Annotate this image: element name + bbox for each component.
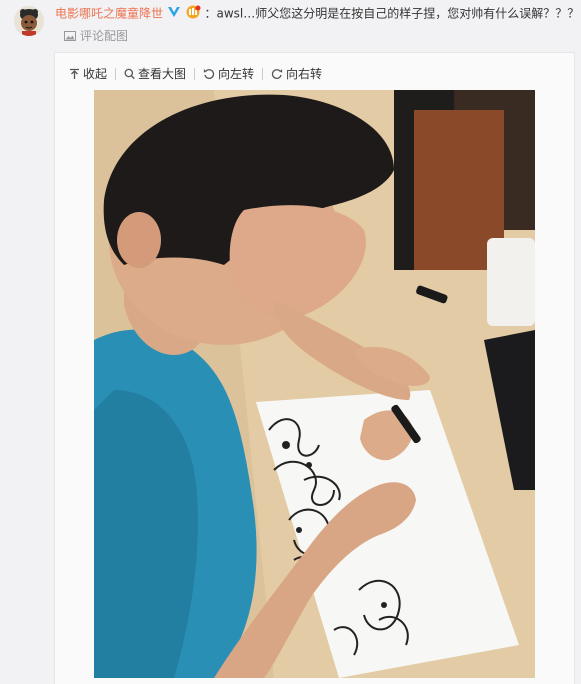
collapse-label: 收起 [83,67,108,81]
comment-image-link[interactable]: 评论配图 [64,28,128,44]
view-large-button[interactable]: 查看大图 [124,65,186,82]
comment-line: 电影哪吒之魔童降世 ：awsl…师父您这分明是在按自己的样子捏，您对帅有什么误解… [55,5,579,23]
fan-badge-icon [185,5,201,23]
comment-photo[interactable] [94,90,535,678]
magnifier-icon [124,68,135,80]
collapse-icon [70,68,79,79]
toolbar-divider [194,67,196,80]
rotate-left-button[interactable]: 向左转 [203,65,254,82]
rotate-right-label: 向右转 [286,67,323,81]
comment-row: 电影哪吒之魔童降世 ：awsl…师父您这分明是在按自己的样子捏，您对帅有什么误解… [0,0,581,48]
picture-icon [64,30,76,42]
comment-username[interactable]: 电影哪吒之魔童降世 [55,7,163,21]
comment-text: ：awsl…师父您这分明是在按自己的样子捏，您对帅有什么误解？？？ [204,6,580,21]
toolbar-divider [115,67,117,80]
collapse-button[interactable]: 收起 [69,65,107,82]
rotate-left-icon [203,69,215,79]
image-toolbar: 收起 查看大图 向左转 向右转 [69,65,322,83]
rotate-right-button[interactable]: 向右转 [271,65,322,82]
rotate-left-label: 向左转 [218,67,255,81]
verified-icon [167,6,181,22]
comment-image-label: 评论配图 [80,29,129,43]
rotate-right-icon [271,69,283,79]
image-viewer-card: 收起 查看大图 向左转 向右转 [54,52,575,684]
view-large-label: 查看大图 [138,67,187,81]
user-avatar[interactable] [14,6,44,36]
toolbar-divider [262,67,264,80]
